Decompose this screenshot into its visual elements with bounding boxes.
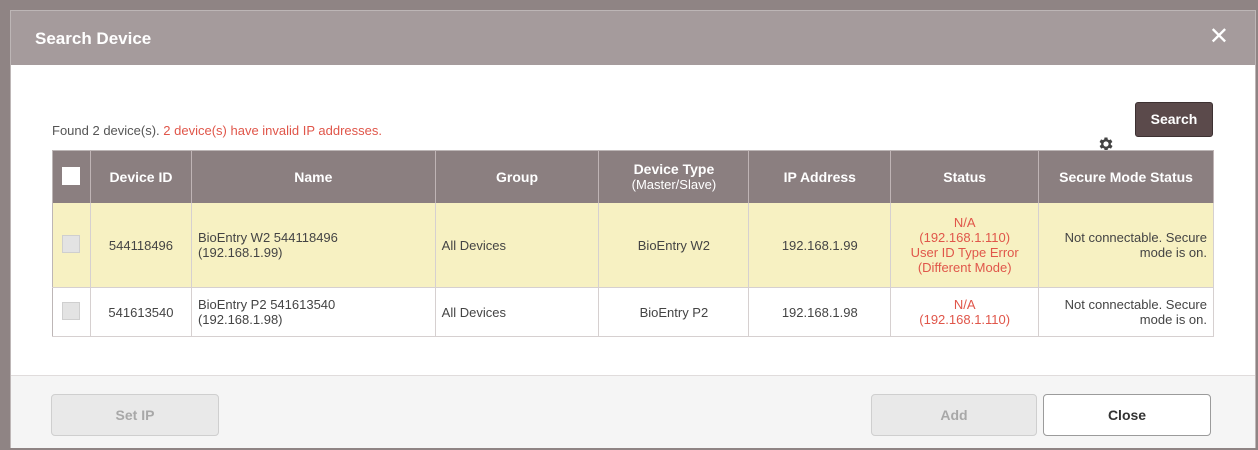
device-type-cell: BioEntry W2 bbox=[598, 203, 750, 288]
device-table: Device ID Name Group Device Type (Master… bbox=[52, 150, 1214, 337]
ip-address-cell: 192.168.1.99 bbox=[748, 203, 892, 288]
table-row[interactable]: 544118496 BioEntry W2 544118496 (192.168… bbox=[52, 203, 1214, 288]
search-device-dialog: Search Device ✕ Found 2 device(s). 2 dev… bbox=[10, 10, 1256, 448]
group-cell: All Devices bbox=[435, 203, 600, 288]
device-name-line: BioEntry W2 544118496 bbox=[197, 230, 338, 245]
table-header-row: Device ID Name Group Device Type (Master… bbox=[52, 150, 1214, 203]
status-cell: N/A (192.168.1.110) User ID Type Error (… bbox=[890, 203, 1040, 288]
row-checkbox[interactable] bbox=[62, 234, 81, 253]
status-line: N/A bbox=[953, 215, 976, 230]
header-group: Group bbox=[435, 150, 600, 203]
device-id-cell: 544118496 bbox=[90, 203, 192, 288]
close-icon[interactable]: ✕ bbox=[1209, 23, 1229, 51]
secure-mode-cell: Not connectable. Secure mode is on. bbox=[1038, 287, 1214, 337]
dialog-titlebar: Search Device ✕ bbox=[11, 11, 1255, 65]
secure-mode-line: Not connectable. Secure bbox=[1064, 297, 1207, 312]
status-line: N/A bbox=[953, 297, 976, 312]
row-select-cell bbox=[52, 287, 91, 337]
device-name-cell: BioEntry W2 544118496 (192.168.1.99) bbox=[191, 203, 436, 288]
table-row[interactable]: 541613540 BioEntry P2 541613540 (192.168… bbox=[52, 287, 1214, 337]
status-line: (192.168.1.110) bbox=[919, 312, 1011, 327]
status-line: User ID Type Error bbox=[910, 245, 1019, 260]
add-button[interactable]: Add bbox=[871, 394, 1037, 436]
status-line: (192.168.1.110) bbox=[919, 230, 1011, 245]
row-select-cell bbox=[52, 203, 91, 288]
header-ip-address: IP Address bbox=[748, 150, 892, 203]
found-count-text: Found 2 device(s). bbox=[52, 123, 160, 138]
group-cell: All Devices bbox=[435, 287, 600, 337]
header-secure-mode: Secure Mode Status bbox=[1038, 150, 1214, 203]
header-status: Status bbox=[890, 150, 1040, 203]
invalid-ip-warning: 2 device(s) have invalid IP addresses. bbox=[163, 123, 383, 138]
select-all-checkbox[interactable] bbox=[62, 167, 81, 185]
device-name-ip-line: (192.168.1.99) bbox=[197, 245, 283, 260]
dialog-title: Search Device bbox=[35, 29, 152, 48]
secure-mode-line: mode is on. bbox=[1139, 245, 1207, 260]
dialog-footer: Set IP Add Close bbox=[11, 375, 1255, 448]
device-id-cell: 541613540 bbox=[90, 287, 192, 337]
device-name-cell: BioEntry P2 541613540 (192.168.1.98) bbox=[191, 287, 436, 337]
secure-mode-line: mode is on. bbox=[1139, 312, 1207, 327]
device-type-cell: BioEntry P2 bbox=[598, 287, 750, 337]
close-button[interactable]: Close bbox=[1043, 394, 1211, 436]
ip-address-cell: 192.168.1.98 bbox=[748, 287, 892, 337]
status-cell: N/A (192.168.1.110) bbox=[890, 287, 1040, 337]
secure-mode-line: Not connectable. Secure bbox=[1064, 230, 1207, 245]
device-name-ip-line: (192.168.1.98) bbox=[197, 312, 283, 327]
header-device-type-sub: (Master/Slave) bbox=[631, 177, 717, 192]
set-ip-button[interactable]: Set IP bbox=[51, 394, 219, 436]
header-name: Name bbox=[191, 150, 436, 203]
select-all-header bbox=[52, 150, 91, 203]
search-button[interactable]: Search bbox=[1135, 102, 1213, 137]
header-device-type-label: Device Type bbox=[633, 161, 715, 177]
header-device-type: Device Type (Master/Slave) bbox=[598, 150, 750, 203]
status-line: (Different Mode) bbox=[917, 260, 1012, 275]
row-checkbox[interactable] bbox=[62, 301, 81, 320]
header-device-id: Device ID bbox=[90, 150, 192, 203]
search-summary: Found 2 device(s). 2 device(s) have inva… bbox=[52, 123, 382, 138]
secure-mode-cell: Not connectable. Secure mode is on. bbox=[1038, 203, 1214, 288]
device-name-line: BioEntry P2 541613540 bbox=[197, 297, 336, 312]
